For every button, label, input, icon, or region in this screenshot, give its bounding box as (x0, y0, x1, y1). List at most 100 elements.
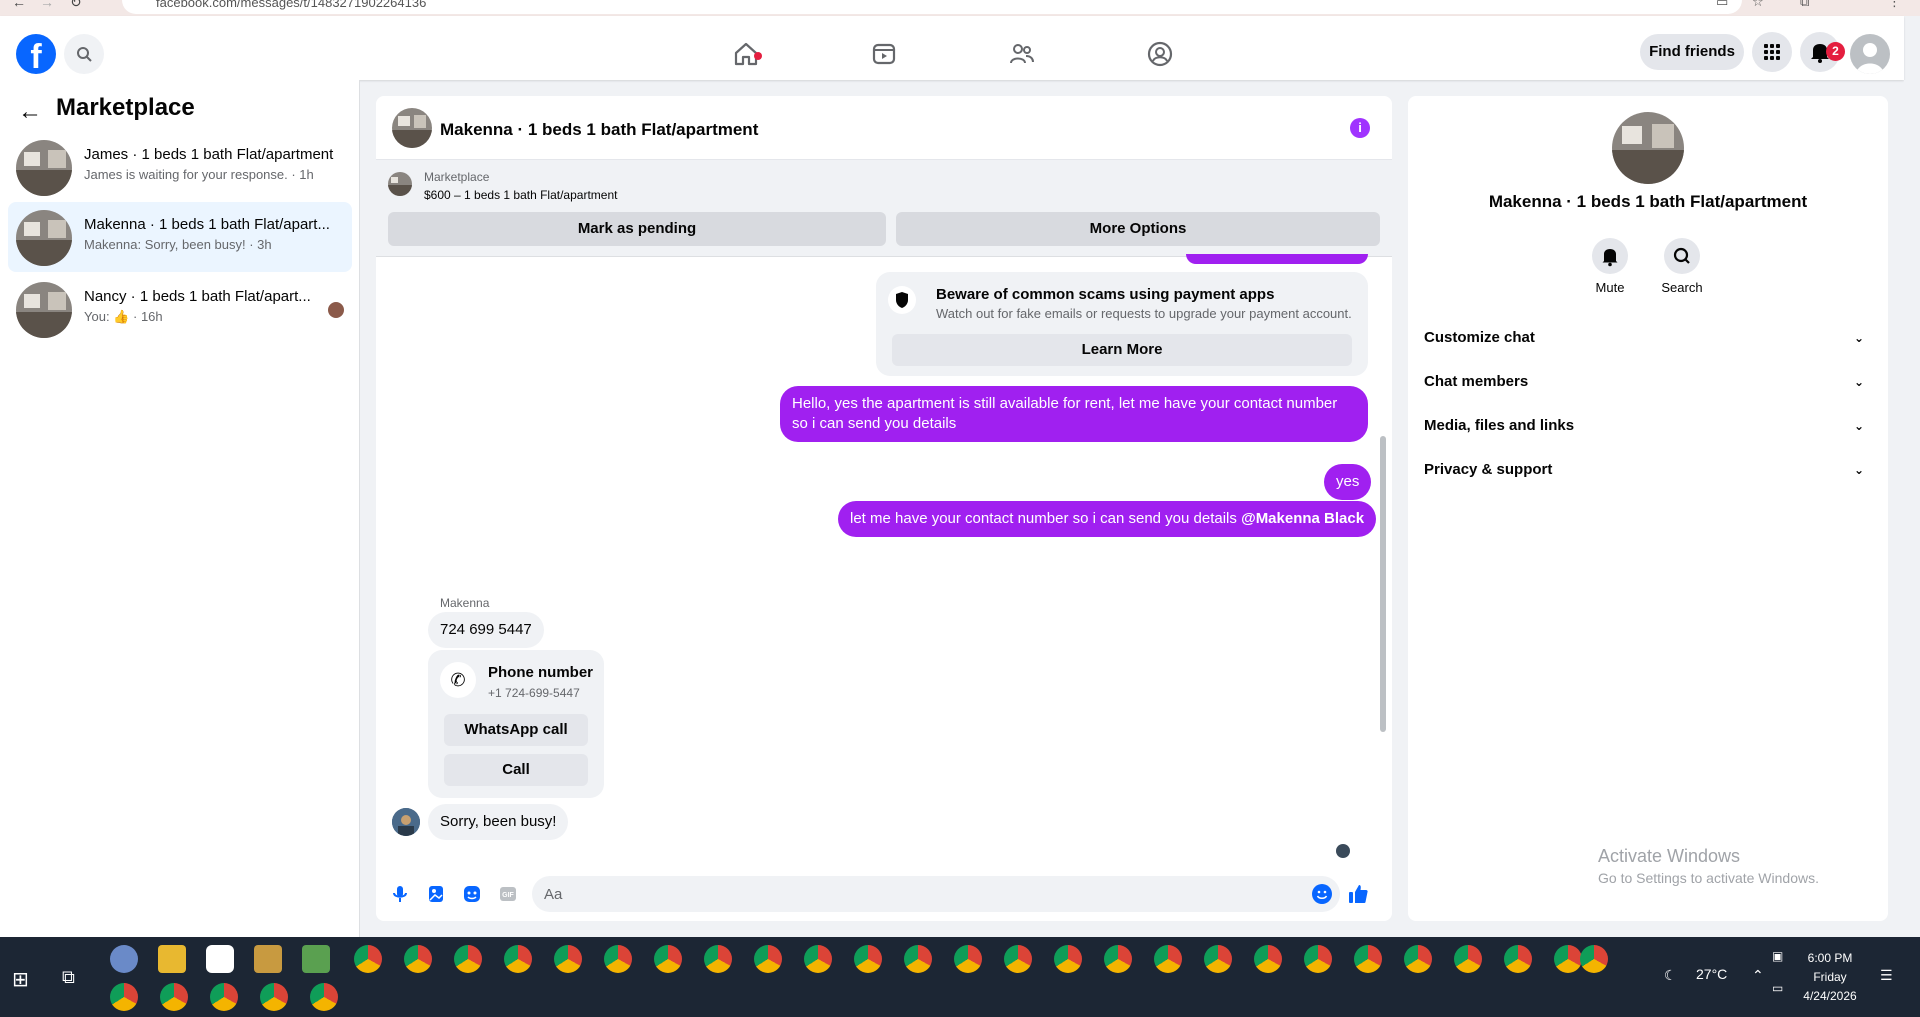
meet-now-icon[interactable]: ▣ (1772, 949, 1783, 963)
chrome-icon[interactable] (1104, 945, 1132, 973)
listing-price[interactable]: $600 – 1 beds 1 bath Flat/apartment (424, 188, 617, 202)
conversation-item-james[interactable]: James · 1 beds 1 bath Flat/apartment Jam… (8, 132, 352, 202)
listing-thumbnail[interactable] (388, 172, 412, 196)
profile-avatar[interactable] (1850, 34, 1890, 74)
more-options-button[interactable]: More Options (896, 212, 1380, 246)
find-friends-button[interactable]: Find friends (1640, 34, 1744, 70)
chrome-icon[interactable] (110, 983, 138, 1011)
mute-action[interactable]: Mute (1580, 238, 1640, 295)
chrome-icon[interactable] (1354, 945, 1382, 973)
back-icon[interactable]: ← (12, 0, 26, 10)
chrome-icon[interactable] (210, 983, 238, 1011)
search-action[interactable]: Search (1652, 238, 1712, 295)
chrome-icon[interactable] (1254, 945, 1282, 973)
emoji-icon[interactable] (1310, 882, 1334, 906)
taskbar-app-icon[interactable] (110, 945, 138, 973)
groups-nav[interactable] (1142, 36, 1178, 72)
forward-icon[interactable]: → (40, 0, 54, 10)
chrome-icon[interactable] (1304, 945, 1332, 973)
chat-members-section[interactable]: Chat members ⌄ (1424, 364, 1872, 400)
chrome-icon[interactable] (260, 983, 288, 1011)
chrome-icon[interactable] (804, 945, 832, 973)
url-text[interactable]: facebook.com/messages/t/1483271902264136 (156, 0, 426, 10)
reload-icon[interactable]: ↻ (70, 0, 82, 11)
outgoing-message[interactable]: Hello, yes the apartment is still availa… (780, 386, 1368, 442)
chat-avatar[interactable] (392, 108, 432, 148)
chrome-icon[interactable] (854, 945, 882, 973)
taskbar-clock[interactable]: 6:00 PM Friday 4/24/2026 (1790, 949, 1870, 1006)
moon-weather-icon[interactable]: ☾ (1664, 967, 1677, 984)
mention-link[interactable]: @Makenna Black (1241, 510, 1364, 527)
chrome-icon[interactable] (1580, 945, 1608, 973)
sender-avatar[interactable] (392, 808, 420, 836)
contact-avatar[interactable] (1612, 112, 1684, 184)
chrome-icon-active[interactable] (160, 983, 188, 1011)
chrome-icon[interactable] (1054, 945, 1082, 973)
page-scrollbar[interactable] (1904, 80, 1920, 937)
outgoing-message[interactable]: yes (1324, 464, 1372, 500)
info-icon[interactable]: i (1350, 118, 1370, 138)
outgoing-message[interactable]: let me have your contact number so i can… (838, 501, 1377, 537)
chrome-icon[interactable] (904, 945, 932, 973)
customize-chat-section[interactable]: Customize chat ⌄ (1424, 320, 1872, 356)
install-icon[interactable]: ▭ (1716, 0, 1728, 10)
message-input[interactable] (532, 876, 1340, 912)
chrome-icon[interactable] (1204, 945, 1232, 973)
chrome-icon[interactable] (504, 945, 532, 973)
gif-icon[interactable]: GIF (496, 882, 520, 906)
temperature[interactable]: 27°C (1696, 966, 1727, 982)
learn-more-button[interactable]: Learn More (892, 334, 1352, 366)
file-explorer-icon[interactable] (158, 945, 186, 973)
sticker-icon[interactable] (460, 882, 484, 906)
previous-message-bubble (1186, 254, 1368, 264)
chrome-icon[interactable] (1154, 945, 1182, 973)
video-nav[interactable] (866, 36, 902, 72)
friends-nav[interactable] (1004, 36, 1040, 72)
chrome-icon[interactable] (704, 945, 732, 973)
conversation-item-nancy[interactable]: Nancy · 1 beds 1 bath Flat/apart... You:… (8, 274, 352, 344)
privacy-support-section[interactable]: Privacy & support ⌄ (1424, 452, 1872, 488)
taskbar-app-icon[interactable] (302, 945, 330, 973)
notification-center-icon[interactable]: ☰ (1880, 967, 1893, 984)
chrome-icon[interactable] (1004, 945, 1032, 973)
incoming-message[interactable]: Sorry, been busy! (428, 804, 569, 840)
microphone-icon[interactable] (388, 882, 412, 906)
incoming-message[interactable]: 724 699 5447 (428, 612, 544, 648)
chrome-icon[interactable] (1504, 945, 1532, 973)
chrome-icon[interactable] (310, 983, 338, 1011)
back-arrow-icon[interactable]: ← (18, 98, 42, 126)
menu-button[interactable] (1752, 32, 1792, 72)
windows-start-icon[interactable]: ⊞ (12, 967, 29, 992)
browser-menu-icon[interactable]: ⋮ (1888, 0, 1901, 10)
mark-as-pending-button[interactable]: Mark as pending (388, 212, 886, 246)
search-button[interactable] (64, 34, 104, 74)
chat-scrollbar[interactable] (1378, 260, 1388, 856)
extensions-icon[interactable]: ⧉ (1800, 0, 1809, 10)
chrome-icon[interactable] (454, 945, 482, 973)
media-files-links-section[interactable]: Media, files and links ⌄ (1424, 408, 1872, 444)
capcut-icon[interactable] (206, 945, 234, 973)
whatsapp-call-button[interactable]: WhatsApp call (444, 714, 588, 746)
chrome-icon[interactable] (1404, 945, 1432, 973)
task-view-icon[interactable]: ⧉ (62, 967, 75, 988)
call-button[interactable]: Call (444, 754, 588, 786)
chrome-icon[interactable] (604, 945, 632, 973)
like-thumb-icon[interactable] (1346, 882, 1370, 906)
chrome-icon[interactable] (1454, 945, 1482, 973)
chevron-up-icon[interactable]: ⌃ (1752, 967, 1764, 984)
scrollbar-thumb[interactable] (1380, 436, 1386, 732)
taskbar-app-icon[interactable] (254, 945, 282, 973)
chrome-icon[interactable] (354, 945, 382, 973)
bookmark-star-icon[interactable]: ☆ (1752, 0, 1764, 10)
chrome-icon[interactable] (654, 945, 682, 973)
chrome-icon[interactable] (1554, 945, 1582, 973)
chrome-icon[interactable] (754, 945, 782, 973)
photo-icon[interactable] (424, 882, 448, 906)
chat-title[interactable]: Makenna · 1 beds 1 bath Flat/apartment (440, 120, 758, 140)
facebook-logo[interactable]: f (16, 34, 56, 76)
chrome-icon[interactable] (954, 945, 982, 973)
conversation-item-makenna[interactable]: Makenna · 1 beds 1 bath Flat/apart... Ma… (8, 202, 352, 272)
network-icon[interactable]: ▭ (1772, 981, 1783, 995)
chrome-icon[interactable] (404, 945, 432, 973)
chrome-icon[interactable] (554, 945, 582, 973)
